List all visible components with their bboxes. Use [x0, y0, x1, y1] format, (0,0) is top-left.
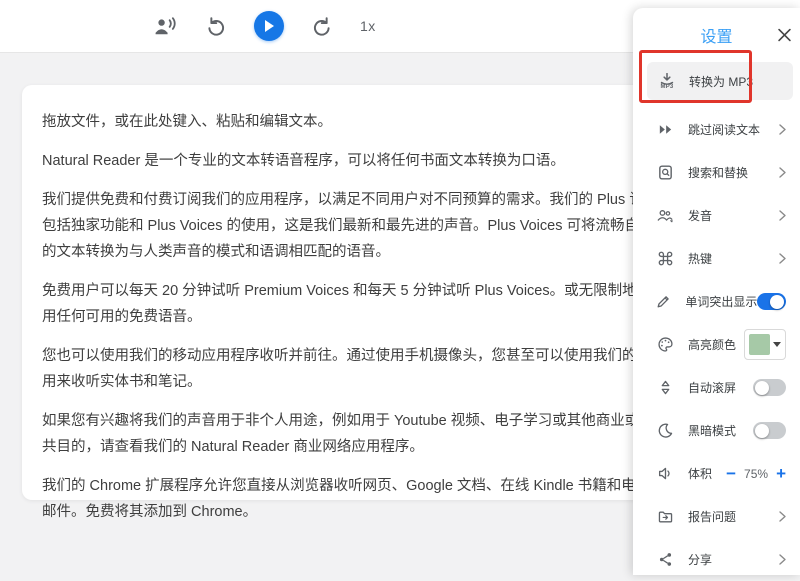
settings-title: 设置 — [700, 23, 732, 47]
settings-header: 设置 — [633, 18, 800, 52]
highlight-color-picker[interactable] — [744, 329, 786, 360]
settings-item-hotkeys[interactable]: 热键 — [633, 237, 800, 280]
volume-stepper: − 75% + — [726, 465, 786, 482]
settings-item-volume: 体积 − 75% + — [633, 452, 800, 495]
settings-item-pronunciation[interactable]: 发音 — [633, 194, 800, 237]
settings-rows: 跳过阅读文本 搜索和替换 — [633, 108, 800, 581]
autoscroll-toggle[interactable] — [753, 379, 786, 396]
settings-item-skip-reading[interactable]: 跳过阅读文本 — [633, 108, 800, 151]
toggle-knob — [770, 295, 784, 309]
settings-item-report-problem[interactable]: 报告问题 — [633, 495, 800, 538]
paragraph: 我们的 Chrome 扩展程序允许您直接从浏览器收听网页、Google 文档、在… — [42, 473, 662, 525]
settings-panel: 设置 MP3 转换为 MP3 跳过阅读文本 — [633, 8, 800, 575]
download-mp3-icon: MP3 — [655, 73, 679, 90]
settings-item-search-replace[interactable]: 搜索和替换 — [633, 151, 800, 194]
voice-select-icon[interactable] — [152, 15, 178, 37]
report-folder-icon — [655, 508, 675, 525]
play-button[interactable] — [254, 11, 284, 41]
chevron-right-icon — [779, 554, 786, 565]
forward-icon[interactable] — [311, 15, 333, 37]
rewind-icon[interactable] — [205, 15, 227, 37]
caret-down-icon — [773, 342, 781, 347]
autoscroll-icon — [655, 379, 675, 396]
command-icon — [655, 250, 675, 267]
volume-decrease-button[interactable]: − — [726, 465, 736, 482]
settings-item-highlight-color[interactable]: 高亮颜色 — [633, 323, 800, 366]
mp3-icon-text: MP3 — [661, 85, 674, 90]
settings-item-word-highlight[interactable]: 单词突出显示 — [633, 280, 800, 323]
speaker-icon — [655, 465, 675, 482]
close-icon[interactable] — [778, 29, 791, 42]
document-editor[interactable]: 拖放文件，或在此处键入、粘贴和编辑文本。 Natural Reader 是一个专… — [22, 85, 682, 500]
convert-mp3-label: 转换为 MP3 — [689, 73, 753, 90]
settings-item-dark-mode[interactable]: 黑暗模式 — [633, 409, 800, 452]
pencil-icon — [655, 293, 672, 310]
moon-icon — [655, 422, 675, 439]
palette-icon — [655, 336, 675, 353]
chevron-right-icon — [779, 511, 786, 522]
share-icon — [655, 551, 675, 568]
volume-increase-button[interactable]: + — [776, 465, 786, 482]
voices-icon — [655, 207, 675, 224]
paragraph: 免费用户可以每天 20 分钟试听 Premium Voices 和每天 5 分钟… — [42, 278, 662, 330]
paragraph: 如果您有兴趣将我们的声音用于非个人用途，例如用于 Youtube 视频、电子学习… — [42, 408, 662, 460]
skip-forward-icon — [655, 121, 675, 138]
volume-value: 75% — [744, 467, 768, 481]
search-replace-icon — [655, 164, 675, 181]
convert-to-mp3-button[interactable]: MP3 转换为 MP3 — [647, 62, 793, 100]
paragraph: 拖放文件，或在此处键入、粘贴和编辑文本。 — [42, 109, 662, 135]
paragraph: 我们提供免费和付费订阅我们的应用程序，以满足不同用户对不同预算的需求。我们的 P… — [42, 187, 662, 265]
color-swatch-green — [749, 334, 770, 355]
settings-item-autoscroll[interactable]: 自动滚屏 — [633, 366, 800, 409]
paragraph: 您也可以使用我们的移动应用程序收听并前往。通过使用手机摄像头，您甚至可以使用我们… — [42, 343, 662, 395]
toolbar-controls: 1x — [152, 11, 376, 41]
chevron-right-icon — [779, 167, 786, 178]
speed-button[interactable]: 1x — [360, 18, 376, 34]
chevron-right-icon — [779, 210, 786, 221]
chevron-right-icon — [779, 124, 786, 135]
dark-mode-toggle[interactable] — [753, 422, 786, 439]
chevron-right-icon — [779, 253, 786, 264]
paragraph: Natural Reader 是一个专业的文本转语音程序，可以将任何书面文本转换… — [42, 148, 662, 174]
toggle-knob — [755, 381, 769, 395]
toggle-knob — [755, 424, 769, 438]
word-highlight-toggle[interactable] — [757, 293, 786, 310]
